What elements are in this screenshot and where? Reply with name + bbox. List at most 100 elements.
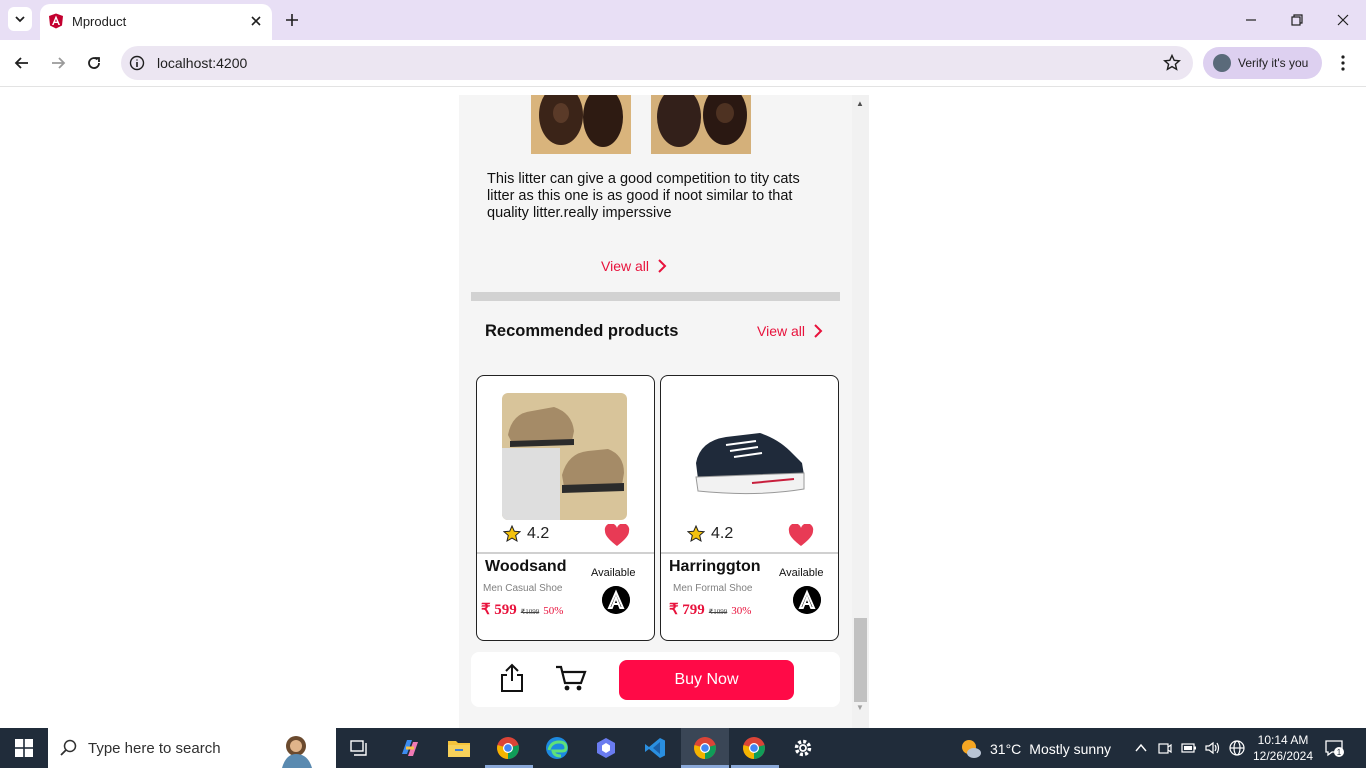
chrome-profile-button[interactable] <box>740 734 768 762</box>
globe-icon <box>1229 740 1245 756</box>
notification-count: 1 <box>1337 748 1342 757</box>
notification-icon[interactable]: 1 <box>1324 739 1344 757</box>
browser-menu-button[interactable] <box>1336 52 1350 74</box>
copilot-button[interactable] <box>396 734 424 762</box>
chrome-icon <box>743 737 765 759</box>
view-all-reviews-link[interactable]: View all <box>601 258 667 274</box>
plus-icon <box>286 14 298 26</box>
battery-icon <box>1181 743 1196 753</box>
chrome-button[interactable] <box>494 734 522 762</box>
tray-overflow-button[interactable] <box>1133 740 1149 756</box>
wishlist-heart-icon[interactable] <box>604 524 630 548</box>
angular-favicon-icon <box>49 13 63 29</box>
tab-search-button[interactable] <box>8 7 32 31</box>
partly-sunny-icon <box>962 740 981 758</box>
review-image-2 <box>651 95 751 154</box>
profile-verify-button[interactable]: Verify it's you <box>1203 47 1322 79</box>
rating: 4.2 <box>687 525 733 543</box>
product-name: Woodsand <box>485 558 567 575</box>
scroll-up-arrow-icon[interactable]: ▲ <box>856 99 864 108</box>
edge-button[interactable] <box>543 734 571 762</box>
chevron-right-icon <box>814 324 823 338</box>
tab-title: Mproduct <box>72 14 127 29</box>
speaker-icon <box>1205 741 1220 755</box>
tab-strip: Mproduct <box>0 0 1366 40</box>
volume-button[interactable] <box>1205 740 1221 756</box>
forward-button[interactable] <box>47 52 69 74</box>
address-bar[interactable]: localhost:4200 <box>121 46 1193 80</box>
tab-close-button[interactable] <box>248 13 264 29</box>
system-clock[interactable]: 10:14 AM 12/26/2024 <box>1248 732 1318 764</box>
product-image <box>686 393 811 520</box>
discount: 30% <box>731 605 752 617</box>
chrome-active-button[interactable] <box>691 734 719 762</box>
minimize-icon <box>1246 19 1256 21</box>
card-divider <box>477 552 654 554</box>
close-window-button[interactable] <box>1331 8 1355 32</box>
chevron-right-icon <box>658 259 667 273</box>
view-all-label: View all <box>757 323 805 339</box>
chevron-down-icon <box>15 16 25 23</box>
avatar <box>1213 54 1231 72</box>
battery-button[interactable] <box>1181 740 1197 756</box>
vscode-button[interactable] <box>641 734 669 762</box>
old-price: ₹1099 <box>520 608 540 616</box>
chrome-icon <box>497 737 519 759</box>
meet-now-button[interactable] <box>1157 740 1173 756</box>
task-view-button[interactable] <box>346 734 374 762</box>
share-icon[interactable] <box>499 663 525 693</box>
copilot-icon <box>402 740 418 756</box>
task-view-icon <box>350 740 367 756</box>
chrome-icon <box>694 737 716 759</box>
restore-button[interactable] <box>1285 8 1309 32</box>
price: ₹ 599 <box>481 602 517 618</box>
app-button[interactable] <box>592 734 620 762</box>
availability-label: Available <box>591 567 636 579</box>
taskbar-search[interactable]: Type here to search <box>48 728 336 768</box>
price: ₹ 799 <box>669 602 705 618</box>
rating-value: 4.2 <box>527 525 550 542</box>
windows-logo-icon <box>15 739 33 757</box>
view-all-products-link[interactable]: View all <box>757 323 823 339</box>
active-tab[interactable]: Mproduct <box>40 4 272 40</box>
info-icon[interactable] <box>129 55 145 71</box>
weather-widget[interactable]: 31°C Mostly sunny <box>960 738 1111 760</box>
settings-button[interactable] <box>789 734 817 762</box>
section-title: Recommended products <box>485 322 679 340</box>
restore-icon <box>1291 14 1303 26</box>
start-button[interactable] <box>0 728 48 768</box>
url-text[interactable]: localhost:4200 <box>157 55 247 71</box>
wishlist-heart-icon[interactable] <box>788 524 814 548</box>
clock-time: 10:14 AM <box>1257 733 1309 747</box>
new-tab-button[interactable] <box>282 10 302 30</box>
scrollbar-thumb[interactable] <box>854 618 867 702</box>
search-highlight-illustration <box>282 736 312 768</box>
page-scrollbar[interactable]: ▲ ▼ <box>852 95 869 728</box>
old-price: ₹1099 <box>708 608 728 616</box>
rating: 4.2 <box>503 525 549 543</box>
search-icon <box>60 739 77 756</box>
language-button[interactable] <box>1229 740 1245 756</box>
reload-icon <box>88 57 100 69</box>
product-card[interactable]: 4.2 Harringgton Men Formal Shoe Availabl… <box>660 375 839 641</box>
scroll-down-arrow-icon[interactable]: ▼ <box>856 703 864 712</box>
price-block: ₹ 799 ₹1099 30% <box>669 600 751 619</box>
file-explorer-button[interactable] <box>445 734 473 762</box>
minimize-button[interactable] <box>1239 8 1263 32</box>
browser-toolbar: localhost:4200 Verify it's you <box>0 40 1366 87</box>
camera-icon <box>1158 743 1172 754</box>
discount: 50% <box>543 605 564 617</box>
vscode-icon <box>645 738 665 758</box>
cart-icon[interactable] <box>555 664 587 692</box>
reload-button[interactable] <box>83 52 105 74</box>
buy-now-button[interactable]: Buy Now <box>619 660 794 700</box>
product-subtitle: Men Formal Shoe <box>673 583 753 594</box>
windows-taskbar: Type here to search 31°C Mostly sunny 10… <box>0 728 1366 768</box>
bookmark-star-icon[interactable] <box>1163 54 1181 72</box>
profile-label: Verify it's you <box>1238 56 1309 70</box>
availability-label: Available <box>779 567 824 579</box>
back-button[interactable] <box>11 52 33 74</box>
arrow-right-icon <box>52 57 66 69</box>
close-icon <box>251 16 261 26</box>
product-card[interactable]: 4.2 Woodsand Men Casual Shoe Available ₹… <box>476 375 655 641</box>
